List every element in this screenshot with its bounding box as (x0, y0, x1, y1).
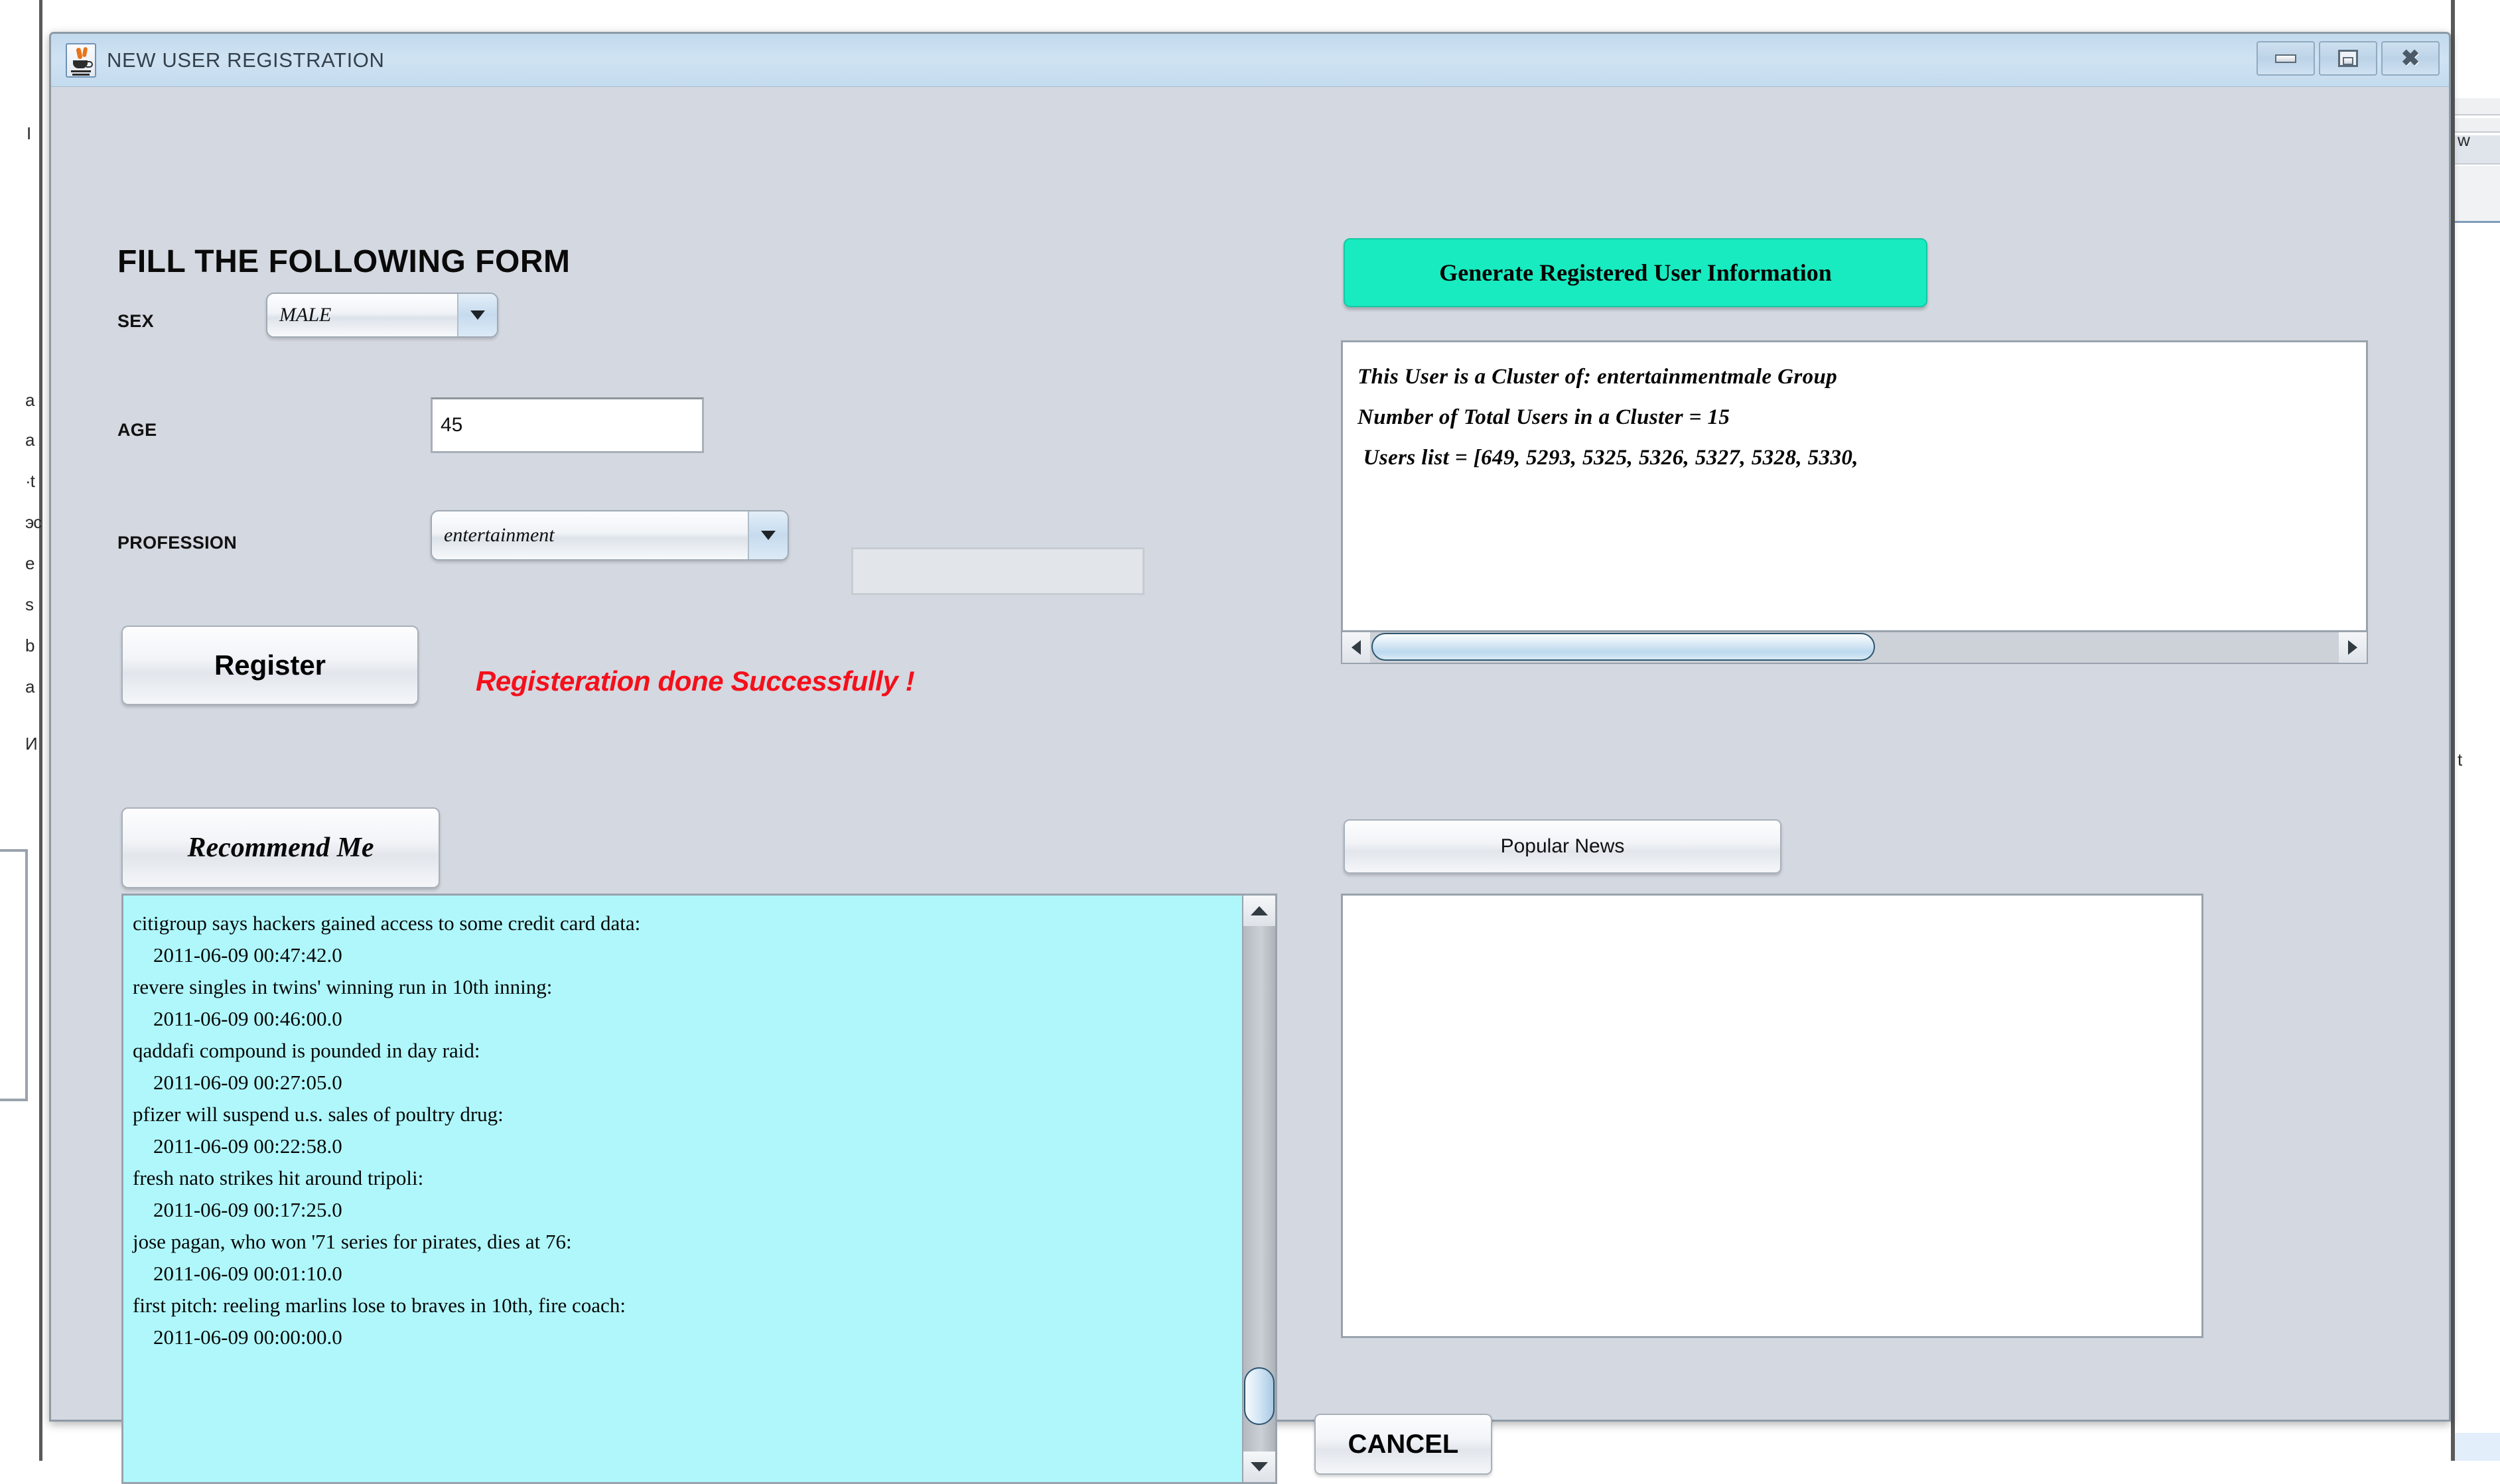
cluster-info-panel: This User is a Cluster of: entertainment… (1341, 340, 2368, 632)
recommendations-list[interactable]: citigroup says hackers gained access to … (123, 896, 1242, 1482)
profession-label: PROFESSION (117, 533, 237, 553)
background-text-fragment: a (25, 677, 41, 697)
sex-dropdown-value: MALE (267, 304, 457, 326)
generate-button-label: Generate Registered User Information (1439, 259, 1832, 287)
vertical-scroll-thumb[interactable] (1244, 1367, 1275, 1425)
background-panel-fragment (0, 849, 28, 1101)
chevron-down-icon (748, 511, 788, 559)
new-user-registration-dialog: NEW USER REGISTRATION ✖ FILL THE FOLLOWI… (49, 32, 2451, 1422)
background-footer-fragment (2455, 1433, 2500, 1461)
age-label: AGE (117, 420, 157, 440)
popular-news-button[interactable]: Popular News (1344, 819, 1781, 874)
scroll-down-button[interactable] (1243, 1451, 1275, 1482)
close-icon: ✖ (2401, 47, 2420, 70)
recommendations-vertical-scrollbar[interactable] (1242, 896, 1275, 1482)
cancel-button[interactable]: CANCEL (1314, 1414, 1492, 1475)
java-coffee-cup-icon (66, 43, 96, 78)
window-controls: ✖ (2257, 41, 2440, 76)
maximize-button[interactable] (2319, 41, 2377, 76)
window-titlebar[interactable]: NEW USER REGISTRATION ✖ (51, 34, 2449, 87)
background-toolbar-fragment (2455, 98, 2500, 115)
background-window-left-edge (0, 0, 42, 1461)
profession-extra-input[interactable] (851, 547, 1145, 595)
background-text-fragment: a (25, 390, 41, 411)
scroll-up-button[interactable] (1243, 896, 1275, 926)
background-text-fragment: эс (25, 512, 41, 533)
triangle-right-icon (2348, 640, 2357, 655)
close-button[interactable]: ✖ (2381, 41, 2440, 76)
profession-dropdown-value: entertainment (432, 524, 748, 547)
recommend-me-button[interactable]: Recommend Me (121, 807, 440, 888)
window-title: NEW USER REGISTRATION (107, 48, 385, 72)
background-text-fragment: И (25, 734, 41, 754)
register-button-label: Register (214, 649, 326, 681)
background-text-fragment: w (2458, 130, 2470, 151)
minimize-icon (2275, 54, 2296, 63)
register-button[interactable]: Register (121, 626, 419, 705)
generate-registered-user-information-button[interactable]: Generate Registered User Information (1344, 238, 1927, 307)
popular-news-output-panel[interactable] (1341, 894, 2203, 1338)
sex-dropdown[interactable]: MALE (266, 293, 498, 338)
sex-label: SEX (117, 311, 154, 332)
background-text-fragment: ·t (25, 471, 41, 492)
horizontal-scroll-track[interactable] (1370, 632, 2339, 663)
status-message: Registeration done Successfully ! (476, 665, 914, 697)
maximize-icon (2338, 50, 2358, 67)
triangle-up-icon (1251, 906, 1268, 915)
dialog-content: FILL THE FOLLOWING FORM SEX MALE AGE 45 … (51, 87, 2449, 1422)
background-text-fragment: b (25, 636, 41, 656)
recommendations-panel: citigroup says hackers gained access to … (121, 894, 1277, 1484)
background-text-fragment: е (25, 553, 41, 574)
profession-dropdown[interactable]: entertainment (431, 510, 789, 561)
triangle-left-icon (1352, 640, 1361, 655)
scroll-left-button[interactable] (1342, 632, 1370, 663)
background-text-fragment: I (27, 123, 41, 144)
cluster-info-text: This User is a Cluster of: entertainment… (1343, 342, 2366, 478)
cluster-horizontal-scrollbar[interactable] (1341, 632, 2368, 664)
vertical-scroll-track[interactable] (1243, 926, 1275, 1451)
recommend-button-label: Recommend Me (187, 832, 374, 864)
age-input[interactable]: 45 (431, 397, 704, 453)
background-text-fragment: a (25, 430, 41, 450)
scroll-right-button[interactable] (2339, 632, 2367, 663)
cancel-button-label: CANCEL (1348, 1430, 1459, 1459)
background-text-fragment: t (2458, 750, 2462, 770)
popular-news-output-text (1343, 896, 2201, 917)
popular-news-button-label: Popular News (1501, 835, 1625, 858)
horizontal-scroll-thumb[interactable] (1371, 633, 1875, 661)
page-title: FILL THE FOLLOWING FORM (117, 243, 571, 280)
background-toolbar-fragment (2455, 166, 2500, 223)
chevron-down-icon (457, 294, 497, 336)
minimize-button[interactable] (2257, 41, 2315, 76)
background-text-fragment: s (25, 594, 41, 615)
triangle-down-icon (1251, 1462, 1268, 1471)
